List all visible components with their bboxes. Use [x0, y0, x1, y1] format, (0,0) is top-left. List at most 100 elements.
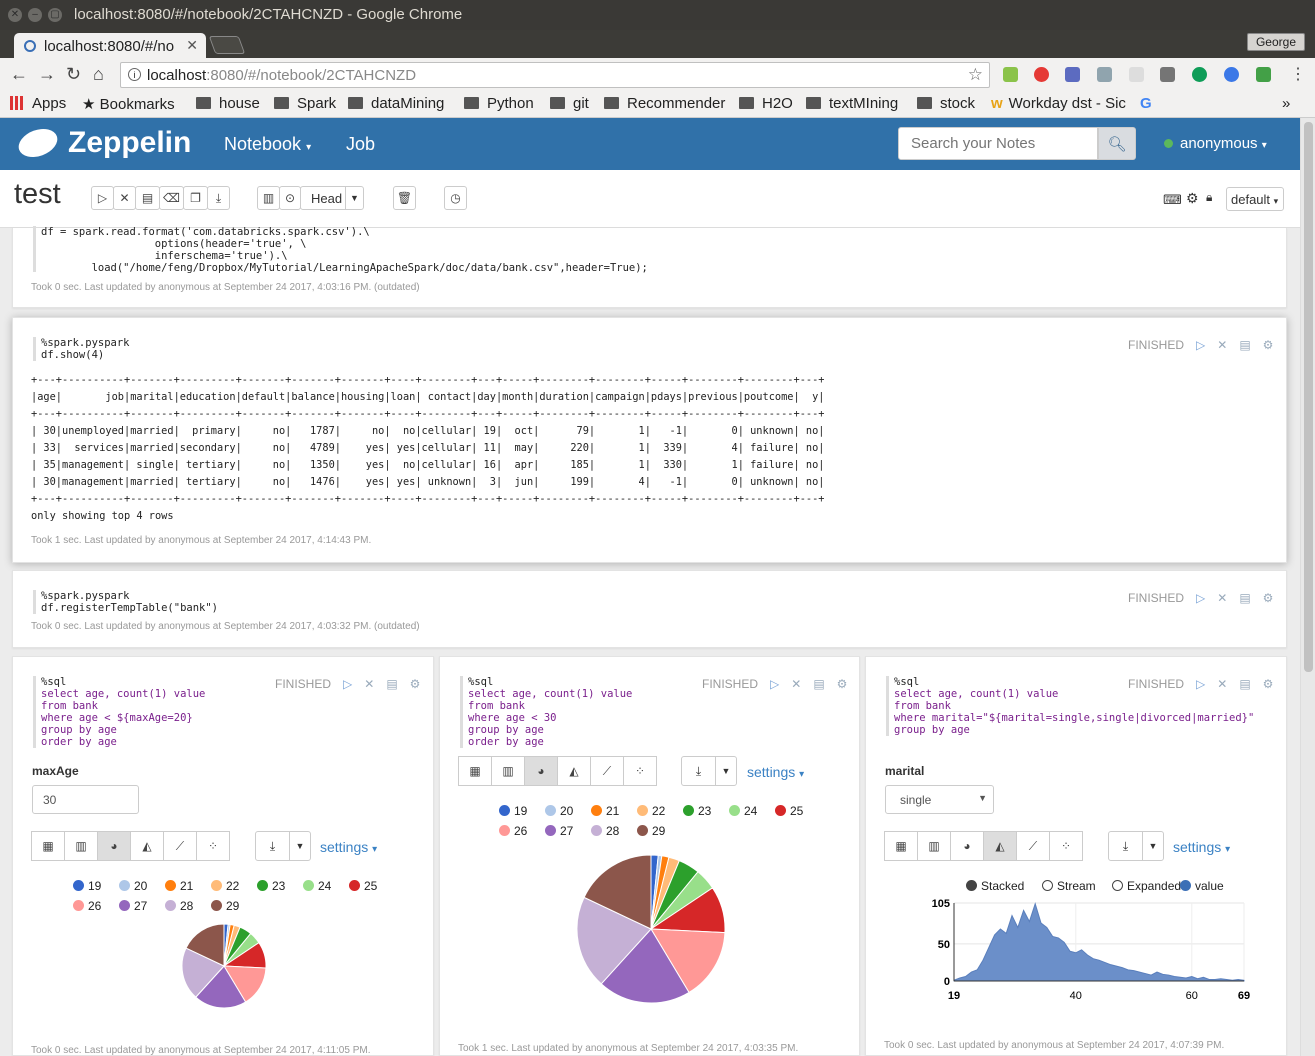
- paragraph-code[interactable]: %sql select age, count(1) value from bank w…: [460, 676, 632, 748]
- hide-editor-icon[interactable]: ✕: [1217, 338, 1227, 352]
- paragraph-settings-gear-icon[interactable]: ⚙: [1263, 338, 1274, 352]
- bookmark-workday[interactable]: w Workday dst - Sic: [991, 95, 1126, 112]
- browser-tab[interactable]: localhost:8080/#/no ✕: [14, 33, 206, 59]
- scatter-chart-icon[interactable]: ⁘: [1049, 831, 1083, 861]
- search-input[interactable]: [898, 127, 1098, 160]
- nav-notebook-menu[interactable]: Notebook ▾: [224, 134, 311, 155]
- run-paragraph-icon[interactable]: ▷: [1196, 591, 1205, 605]
- bar-chart-icon[interactable]: ▥: [64, 831, 98, 861]
- home-icon[interactable]: ⌂: [93, 64, 104, 85]
- line-chart-icon[interactable]: ⟋: [163, 831, 197, 861]
- reload-icon[interactable]: ↻: [66, 64, 81, 85]
- bookmark-bookmarks[interactable]: ★ Bookmarks: [82, 95, 175, 113]
- maximize-window-icon[interactable]: ▢: [48, 8, 62, 22]
- extension-icon[interactable]: [1160, 67, 1175, 82]
- bar-chart-icon[interactable]: ▥: [491, 756, 525, 786]
- scrollbar-thumb[interactable]: [1304, 122, 1313, 672]
- bookmark-datamining[interactable]: dataMining: [348, 95, 444, 112]
- legend-item[interactable]: 26: [73, 899, 101, 913]
- address-bar[interactable]: i localhost:8080/#/notebook/2CTAHCNZD ☆: [120, 62, 990, 88]
- bookmark-textmining[interactable]: textMIning: [806, 95, 898, 112]
- page-scrollbar[interactable]: [1300, 118, 1315, 1056]
- download-dropdown[interactable]: ⤓ ▼: [681, 756, 737, 786]
- scatter-chart-icon[interactable]: ⁘: [196, 831, 230, 861]
- zeppelin-logo[interactable]: Zeppelin: [14, 123, 191, 163]
- close-window-icon[interactable]: ✕: [8, 8, 22, 22]
- commit-icon[interactable]: ⊙: [279, 186, 301, 210]
- revision-select[interactable]: Head ▼: [300, 186, 364, 210]
- hide-output-icon[interactable]: ▤: [813, 677, 824, 691]
- bookmark-house[interactable]: house: [196, 95, 260, 112]
- extension-icon[interactable]: [1065, 67, 1080, 82]
- legend-item[interactable]: 23: [683, 804, 711, 818]
- legend-item[interactable]: 28: [591, 824, 619, 838]
- run-paragraph-icon[interactable]: ▷: [1196, 338, 1205, 352]
- stream-radio[interactable]: Stream: [1042, 879, 1096, 893]
- keyboard-shortcut-icon[interactable]: ⌨: [1163, 192, 1182, 208]
- download-dropdown[interactable]: ⤓ ▼: [255, 831, 311, 861]
- legend-item[interactable]: 29: [211, 899, 239, 913]
- hide-output-icon[interactable]: ▤: [135, 186, 160, 210]
- bookmark-apps[interactable]: Apps: [10, 95, 66, 112]
- area-series-value[interactable]: [953, 902, 1245, 982]
- paragraph-code[interactable]: %sql select age, count(1) value from bank w…: [33, 676, 205, 748]
- chrome-menu-icon[interactable]: ⋮: [1290, 64, 1306, 84]
- download-dropdown[interactable]: ⤓ ▼: [1108, 831, 1164, 861]
- caret-down-icon[interactable]: ▼: [1143, 832, 1163, 860]
- bookmark-git[interactable]: git: [550, 95, 589, 112]
- legend-item[interactable]: 22: [637, 804, 665, 818]
- legend-item[interactable]: 19: [73, 879, 101, 893]
- extension-icon[interactable]: [1224, 67, 1239, 82]
- paragraph-code[interactable]: %spark.pyspark df.registerTempTable("bank…: [33, 590, 218, 614]
- area-chart-icon[interactable]: ◭: [983, 831, 1017, 861]
- bookmark-h2o[interactable]: H2O: [739, 95, 793, 112]
- cast-icon[interactable]: [1256, 67, 1271, 82]
- legend-item[interactable]: 28: [165, 899, 193, 913]
- table-view-icon[interactable]: ▦: [31, 831, 65, 861]
- hide-code-icon[interactable]: ✕: [113, 186, 136, 210]
- run-paragraph-icon[interactable]: ▷: [343, 677, 352, 691]
- line-chart-icon[interactable]: ⟋: [590, 756, 624, 786]
- paragraph-settings-gear-icon[interactable]: ⚙: [410, 677, 421, 691]
- opera-extension-icon[interactable]: [1034, 67, 1049, 82]
- download-icon[interactable]: ⤓: [256, 832, 290, 860]
- chart-settings-link[interactable]: settings ▾: [1173, 839, 1230, 855]
- paragraph-code[interactable]: %spark.pyspark df.show(4): [33, 337, 130, 361]
- legend-item[interactable]: 20: [545, 804, 573, 818]
- bookmarks-overflow-icon[interactable]: »: [1282, 95, 1290, 112]
- close-tab-icon[interactable]: ✕: [186, 37, 198, 54]
- minimize-window-icon[interactable]: –: [28, 8, 42, 22]
- hangouts-icon[interactable]: [1192, 67, 1207, 82]
- trash-icon[interactable]: 🗑︎: [393, 186, 416, 210]
- stacked-radio[interactable]: Stacked: [966, 879, 1024, 893]
- legend-item[interactable]: 21: [165, 879, 193, 893]
- interpreter-binding-select[interactable]: default ▾: [1226, 187, 1284, 211]
- caret-down-icon[interactable]: ▼: [716, 757, 736, 785]
- legend-item[interactable]: 29: [637, 824, 665, 838]
- legend-item[interactable]: 22: [211, 879, 239, 893]
- pie-chart-icon[interactable]: ◕: [524, 756, 558, 786]
- legend-item[interactable]: 19: [499, 804, 527, 818]
- search-button[interactable]: 🔍︎: [1098, 127, 1136, 160]
- pie-chart-icon[interactable]: ◕: [97, 831, 131, 861]
- version-control-icon[interactable]: ▥: [257, 186, 280, 210]
- legend-item[interactable]: 24: [303, 879, 331, 893]
- hide-editor-icon[interactable]: ✕: [791, 677, 801, 691]
- paragraph-settings-gear-icon[interactable]: ⚙: [837, 677, 848, 691]
- export-note-icon[interactable]: ⤓: [207, 186, 230, 210]
- clear-output-icon[interactable]: ⌫: [159, 186, 184, 210]
- legend-item[interactable]: 23: [257, 879, 285, 893]
- paragraph-code[interactable]: df = spark.read.format('com.databricks.s…: [33, 226, 648, 274]
- table-view-icon[interactable]: ▦: [458, 756, 492, 786]
- hide-editor-icon[interactable]: ✕: [364, 677, 374, 691]
- chart-settings-link[interactable]: settings ▾: [747, 764, 804, 780]
- extension-icon[interactable]: [1003, 67, 1018, 82]
- area-chart-icon[interactable]: ◭: [130, 831, 164, 861]
- hide-editor-icon[interactable]: ✕: [1217, 591, 1227, 605]
- legend-item[interactable]: 27: [119, 899, 147, 913]
- area-chart-icon[interactable]: ◭: [557, 756, 591, 786]
- info-icon[interactable]: i: [128, 68, 141, 81]
- run-paragraph-icon[interactable]: ▷: [770, 677, 779, 691]
- google-icon[interactable]: G: [1140, 95, 1152, 112]
- series-legend-value[interactable]: value: [1180, 879, 1224, 893]
